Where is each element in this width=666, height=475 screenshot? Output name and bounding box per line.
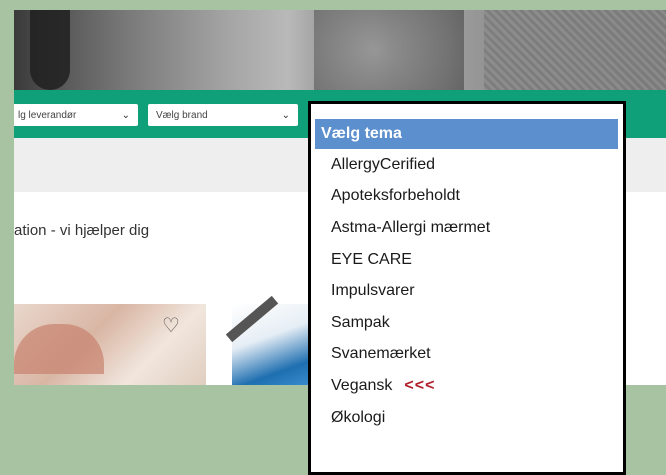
theme-dropdown-selected[interactable]: Vælg tema xyxy=(315,119,618,149)
brand-select-label: Vælg brand xyxy=(156,109,208,121)
theme-option[interactable]: AllergyCerified xyxy=(315,149,618,181)
theme-option[interactable]: Svanemærket xyxy=(315,339,618,371)
theme-option-vegansk[interactable]: Vegansk <<< xyxy=(315,370,618,402)
hero-image xyxy=(14,10,666,90)
heart-icon[interactable]: ♡ xyxy=(162,316,180,336)
theme-option[interactable]: Impulsvarer xyxy=(315,275,618,307)
chevron-down-icon: ⌄ xyxy=(121,109,130,121)
brand-select[interactable]: Vælg brand ⌄ xyxy=(148,104,298,126)
supplier-select[interactable]: lg leverandør ⌄ xyxy=(14,104,138,126)
theme-option[interactable]: EYE CARE xyxy=(315,244,618,276)
theme-option[interactable]: Økologi xyxy=(315,402,618,434)
page-headline: ation - vi hjælper dig xyxy=(14,222,150,239)
product-card-image[interactable]: ♡ xyxy=(14,304,206,385)
theme-option[interactable]: Sampak xyxy=(315,307,618,339)
chevron-down-icon: ⌄ xyxy=(281,109,290,121)
theme-option[interactable]: Astma-Allergi mærmet xyxy=(315,212,618,244)
theme-option[interactable]: Apoteksforbeholdt xyxy=(315,181,618,213)
supplier-select-label: lg leverandør xyxy=(18,109,77,121)
highlight-arrows-icon: <<< xyxy=(404,376,436,394)
theme-dropdown[interactable]: Vælg tema AllergyCerified Apoteksforbeho… xyxy=(308,101,626,475)
